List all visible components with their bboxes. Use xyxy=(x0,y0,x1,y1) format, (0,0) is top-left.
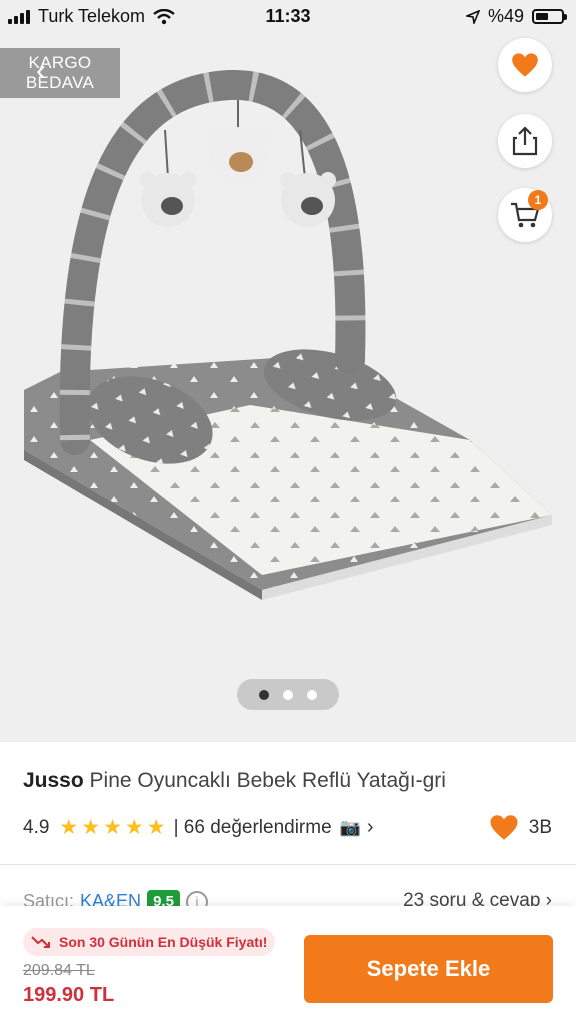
rating-score: 4.9 xyxy=(23,816,50,838)
chevron-right-icon: › xyxy=(366,816,374,838)
star-icon: ★ xyxy=(124,815,144,839)
product-page: KARGO BEDAVA ‹ 1 Turk Telekom 11:33 %49 xyxy=(0,0,576,1024)
pagination-dot[interactable] xyxy=(283,689,293,700)
share-button[interactable] xyxy=(498,114,552,168)
old-price: 209.84 TL xyxy=(23,962,95,979)
star-icon: ★ xyxy=(59,815,79,839)
location-arrow-icon xyxy=(465,9,480,24)
heart-icon xyxy=(512,53,538,77)
free-shipping-line2: BEDAVA xyxy=(25,73,95,92)
status-bar: Turk Telekom 11:33 %49 xyxy=(0,0,576,34)
camera-icon: 📷 xyxy=(339,817,361,837)
free-shipping-badge: KARGO BEDAVA xyxy=(0,48,120,98)
purchase-bar: Son 30 Günün En Düşük Fiyatı! 209.84 TL … xyxy=(0,906,576,1024)
favorite-count: 3B xyxy=(489,814,552,841)
free-shipping-line1: KARGO xyxy=(28,53,92,72)
pagination-dot[interactable] xyxy=(307,689,317,700)
status-right: %49 xyxy=(465,6,567,27)
lowest-price-badge: Son 30 Günün En Düşük Fiyatı! xyxy=(23,928,276,956)
favorite-button[interactable] xyxy=(498,38,552,92)
star-icon: ★ xyxy=(81,815,101,839)
divider xyxy=(0,864,576,865)
product-title: Jusso Pine Oyuncaklı Bebek Reflü Yatağı-… xyxy=(23,769,446,793)
product-image xyxy=(24,69,552,600)
bear-toy-right xyxy=(280,172,336,227)
back-arrow-icon[interactable]: ‹ xyxy=(36,54,46,88)
add-to-cart-button[interactable]: Sepete Ekle xyxy=(304,935,553,1003)
favorite-count-value: 3B xyxy=(528,816,552,838)
share-icon xyxy=(512,126,538,156)
bear-toy-left xyxy=(140,172,196,227)
current-price: 199.90 TL xyxy=(23,984,115,1006)
bear-toy-center xyxy=(207,127,269,183)
cart-button[interactable]: 1 xyxy=(498,188,552,242)
review-count: | 66 değerlendirme xyxy=(173,816,332,838)
rating-stars: ★ ★ ★ ★ ★ xyxy=(59,815,166,839)
heart-icon xyxy=(490,815,518,840)
pagination-dot[interactable] xyxy=(259,689,269,700)
battery-percent: %49 xyxy=(487,6,524,26)
product-name: Pine Oyuncaklı Bebek Reflü Yatağı-gri xyxy=(89,769,446,792)
star-icon: ★ xyxy=(146,815,166,839)
star-icon: ★ xyxy=(103,815,122,839)
battery-icon xyxy=(532,9,567,24)
rating-row[interactable]: 4.9 ★ ★ ★ ★ ★ | 66 değerlendirme 📷 › xyxy=(23,816,374,839)
product-image-gallery[interactable]: KARGO BEDAVA ‹ 1 xyxy=(0,0,576,742)
trend-down-icon xyxy=(31,936,50,948)
product-brand[interactable]: Jusso xyxy=(23,769,84,792)
cart-count-badge: 1 xyxy=(528,190,548,210)
image-pagination[interactable] xyxy=(237,679,339,710)
lowest-price-text: Son 30 Günün En Düşük Fiyatı! xyxy=(59,934,268,950)
